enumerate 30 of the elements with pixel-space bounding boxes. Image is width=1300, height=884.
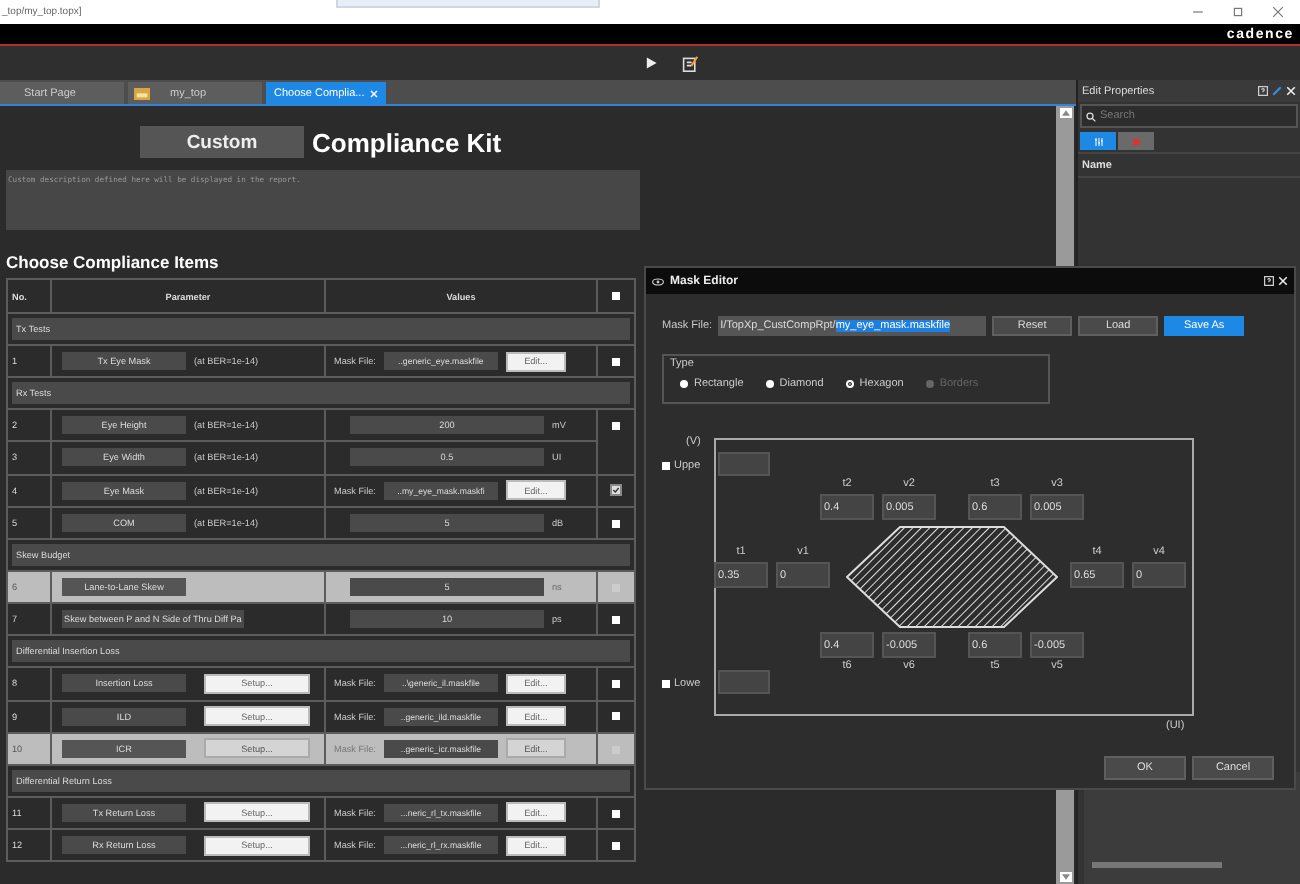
checkbox[interactable] [610,484,622,497]
eye-icon [652,277,664,285]
checkbox[interactable] [612,422,620,431]
folder-icon [134,87,150,99]
scroll-down-icon[interactable] [1059,872,1071,882]
scrollbar[interactable] [1092,862,1222,868]
search-icon [1086,111,1096,121]
edit-icon[interactable] [681,55,697,71]
tag-icon [1131,137,1141,145]
input-field[interactable] [718,670,770,694]
sliders-button[interactable] [1080,132,1116,150]
sliders-icon [1093,137,1103,145]
input-field[interactable] [718,452,770,476]
checkbox[interactable] [612,841,620,850]
checkbox[interactable] [612,292,620,301]
maximize-icon[interactable] [1232,6,1244,18]
custom-label: Custom [140,126,304,158]
checkbox[interactable] [612,357,620,366]
checkbox[interactable] [612,712,620,721]
play-icon[interactable] [643,56,657,70]
scroll-up-icon[interactable] [1059,108,1071,118]
checkbox[interactable] [612,519,620,528]
pencil-icon[interactable] [1272,86,1282,96]
section-title: Choose Compliance Items [6,252,221,276]
help-icon[interactable] [1264,276,1274,286]
checkbox[interactable] [612,616,620,624]
checkbox[interactable] [612,680,620,689]
page-heading: Compliance Kit [312,127,502,157]
help-icon[interactable] [1258,86,1268,96]
checkbox[interactable] [612,809,620,818]
